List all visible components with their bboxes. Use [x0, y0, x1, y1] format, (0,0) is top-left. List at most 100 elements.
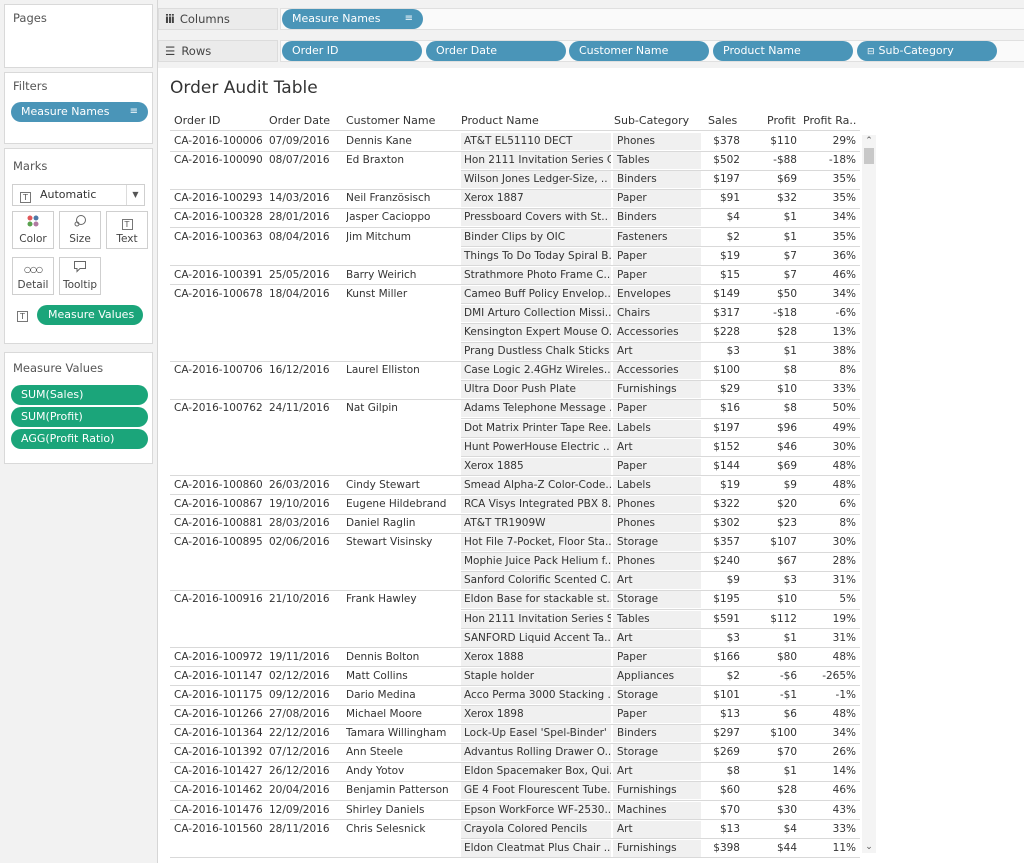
- filter-pill-measure-names[interactable]: Measure Names ≡: [11, 102, 148, 122]
- table-row[interactable]: CA-2016-100090 08/07/2016 Ed Braxton Hon 21…: [170, 151, 860, 170]
- table-row[interactable]: Mophie Juice Pack Helium f.. Phones $240 $6…: [170, 552, 860, 571]
- table-row[interactable]: CA-2016-100916 21/10/2016 Frank Hawley Eldo…: [170, 590, 860, 609]
- col-header-order-date[interactable]: Order Date: [269, 114, 330, 127]
- columns-icon: iii: [165, 12, 175, 26]
- table-row[interactable]: CA-2016-100895 02/06/2016 Stewart Visinsky…: [170, 533, 860, 552]
- col-header-product-name[interactable]: Product Name: [461, 114, 539, 127]
- col-header-order-id[interactable]: Order ID: [174, 114, 220, 127]
- columns-pill-measure-names[interactable]: Measure Names ≡: [282, 9, 423, 29]
- cell-product-name: RCA Visys Integrated PBX 8..: [464, 497, 611, 510]
- col-header-profit-ratio[interactable]: Profit Ra..: [803, 114, 856, 127]
- cell-order-id: CA-2016-100860: [174, 478, 263, 491]
- col-header-sub-category[interactable]: Sub-Category: [614, 114, 689, 127]
- cell-product-name: Ultra Door Push Plate: [464, 383, 576, 396]
- table-row[interactable]: Eldon Cleatmat Plus Chair .. Furnishings $…: [170, 839, 860, 858]
- cell-product-name: SANFORD Liquid Accent Ta..: [464, 631, 611, 644]
- cell-order-id: CA-2016-100090: [174, 154, 263, 167]
- table-row[interactable]: CA-2016-101476 12/09/2016 Shirley Daniels E…: [170, 801, 860, 820]
- marks-tooltip-button[interactable]: Tooltip: [59, 257, 101, 295]
- col-header-sales[interactable]: Sales: [708, 114, 737, 127]
- rows-pill-sub-category[interactable]: ⊟ Sub-Category: [857, 41, 997, 61]
- cell-customer-name: [346, 304, 460, 323]
- cell-sub-category: Phones: [617, 517, 655, 529]
- table-row[interactable]: CA-2016-101560 28/11/2016 Chris Selesnick C…: [170, 820, 860, 839]
- scroll-up-icon[interactable]: ⌃: [862, 135, 876, 147]
- cell-sales: $100: [713, 364, 740, 377]
- vertical-scrollbar[interactable]: ⌃ ⌄: [862, 135, 876, 853]
- rows-pill-order-date[interactable]: Order Date: [426, 41, 566, 61]
- table-row[interactable]: Xerox 1885 Paper $144 $69 48%: [170, 457, 860, 476]
- table-row[interactable]: Dot Matrix Printer Tape Ree.. Labels $197 $…: [170, 419, 860, 438]
- table-row[interactable]: CA-2016-100867 19/10/2016 Eugene Hildebran…: [170, 495, 860, 514]
- mark-type-dropdown[interactable]: T Automatic ▼: [12, 184, 145, 206]
- cell-product-name: Acco Perma 3000 Stacking ..: [464, 688, 611, 701]
- table-row[interactable]: CA-2016-100762 24/11/2016 Nat Gilpin Adams …: [170, 399, 860, 418]
- cell-product-name: AT&T TR1909W: [464, 517, 546, 529]
- table-row[interactable]: CA-2016-101175 09/12/2016 Dario Medina Acco…: [170, 686, 860, 705]
- cell-sales: $3: [726, 631, 740, 644]
- detail-icon: ○○○: [24, 265, 43, 274]
- measure-pill-profit-ratio[interactable]: AGG(Profit Ratio): [11, 429, 148, 449]
- measure-pill-profit[interactable]: SUM(Profit): [11, 407, 148, 427]
- table-row[interactable]: Hunt PowerHouse Electric .. Art $152 $46 30%: [170, 438, 860, 457]
- cell-customer-name: [346, 380, 460, 399]
- scrollbar-thumb[interactable]: [864, 148, 874, 164]
- table-row[interactable]: CA-2016-100293 14/03/2016 Neil Französisch…: [170, 189, 860, 208]
- cell-order-date: 26/12/2016: [269, 765, 330, 778]
- marks-text-button[interactable]: T Text: [106, 211, 148, 249]
- table-row[interactable]: CA-2016-101266 27/08/2016 Michael Moore Xer…: [170, 705, 860, 724]
- table-row[interactable]: CA-2016-100860 26/03/2016 Cindy Stewart Sme…: [170, 476, 860, 495]
- table-row[interactable]: CA-2016-100972 19/11/2016 Dennis Bolton Xer…: [170, 648, 860, 667]
- cell-customer-name: Ann Steele: [346, 746, 403, 759]
- table-row[interactable]: CA-2016-100706 16/12/2016 Laurel Elliston C…: [170, 361, 860, 380]
- table-row[interactable]: CA-2016-101462 20/04/2016 Benjamin Patters…: [170, 781, 860, 800]
- cell-customer-name: Dario Medina: [346, 688, 416, 701]
- marks-color-button[interactable]: Color: [12, 211, 54, 249]
- table-row[interactable]: CA-2016-100363 08/04/2016 Jim Mitchum Binde…: [170, 228, 860, 247]
- rows-drop-area[interactable]: Order ID Order Date Customer Name Produc…: [280, 40, 1024, 62]
- scroll-down-icon[interactable]: ⌄: [862, 841, 876, 853]
- table-row[interactable]: Kensington Expert Mouse O.. Accessories $2…: [170, 323, 860, 342]
- table-row[interactable]: Wilson Jones Ledger-Size, .. Binders $197 $…: [170, 170, 860, 189]
- table-row[interactable]: CA-2016-101364 22/12/2016 Tamara Willingha…: [170, 724, 860, 743]
- cell-sales: $13: [719, 822, 740, 835]
- marks-size-button[interactable]: Size: [59, 211, 101, 249]
- table-row[interactable]: CA-2016-100391 25/05/2016 Barry Weirich Str…: [170, 266, 860, 285]
- cell-order-date: 07/12/2016: [269, 746, 330, 759]
- cell-customer-name: [346, 839, 460, 858]
- filters-card[interactable]: Filters Measure Names ≡: [4, 72, 153, 144]
- cell-order-date: 07/09/2016: [269, 135, 330, 147]
- table-row[interactable]: Ultra Door Push Plate Furnishings $29 $10 33…: [170, 380, 860, 399]
- cell-sales: $29: [719, 383, 740, 396]
- cell-customer-name: [346, 323, 460, 342]
- cell-product-name: Staple holder: [464, 669, 535, 682]
- table-row[interactable]: Sanford Colorific Scented C.. Art $9 $3 31%: [170, 571, 860, 590]
- table-row[interactable]: CA-2016-100678 18/04/2016 Kunst Miller Came…: [170, 285, 860, 304]
- table-row[interactable]: CA-2016-100328 28/01/2016 Jasper Cacioppo P…: [170, 208, 860, 227]
- pages-card[interactable]: Pages: [4, 4, 153, 68]
- cell-order-id: CA-2016-101147: [174, 669, 263, 682]
- table-row[interactable]: CA-2016-101427 26/12/2016 Andy Yotov Eldon …: [170, 762, 860, 781]
- rows-pill-order-id[interactable]: Order ID: [282, 41, 422, 61]
- table-row[interactable]: Prang Dustless Chalk Sticks Art $3 $1 38%: [170, 342, 860, 361]
- table-row[interactable]: SANFORD Liquid Accent Ta.. Art $3 $1 31%: [170, 629, 860, 648]
- measure-pill-sales[interactable]: SUM(Sales): [11, 385, 148, 405]
- table-row[interactable]: CA-2016-100006 07/09/2016 Dennis Kane AT&T …: [170, 132, 860, 151]
- table-row[interactable]: DMI Arturo Collection Missi.. Chairs $317 -…: [170, 304, 860, 323]
- table-row[interactable]: CA-2016-100881 28/03/2016 Daniel Raglin AT&…: [170, 514, 860, 533]
- rows-pill-customer-name[interactable]: Customer Name: [569, 41, 709, 61]
- col-header-customer-name[interactable]: Customer Name: [346, 114, 435, 127]
- table-row[interactable]: CA-2016-101147 02/12/2016 Matt Collins Stap…: [170, 667, 860, 686]
- columns-drop-area[interactable]: Measure Names ≡: [280, 8, 1024, 30]
- col-header-profit[interactable]: Profit: [767, 114, 796, 127]
- marks-text-pill[interactable]: Measure Values: [37, 305, 143, 325]
- table-row[interactable]: CA-2016-101392 07/12/2016 Ann Steele Advant…: [170, 743, 860, 762]
- cell-order-date: 14/03/2016: [269, 192, 330, 205]
- table-row[interactable]: Things To Do Today Spiral B.. Paper $19 $7 3…: [170, 247, 860, 266]
- measure-values-card: Measure Values SUM(Sales) SUM(Profit) AG…: [4, 352, 153, 464]
- rows-pill-product-name[interactable]: Product Name: [713, 41, 853, 61]
- marks-detail-button[interactable]: ○○○ Detail: [12, 257, 54, 295]
- table-row[interactable]: Hon 2111 Invitation Series St.. Tables $59…: [170, 610, 860, 629]
- chevron-down-icon[interactable]: ▼: [126, 185, 144, 205]
- cell-product-name: Crayola Colored Pencils: [464, 822, 588, 835]
